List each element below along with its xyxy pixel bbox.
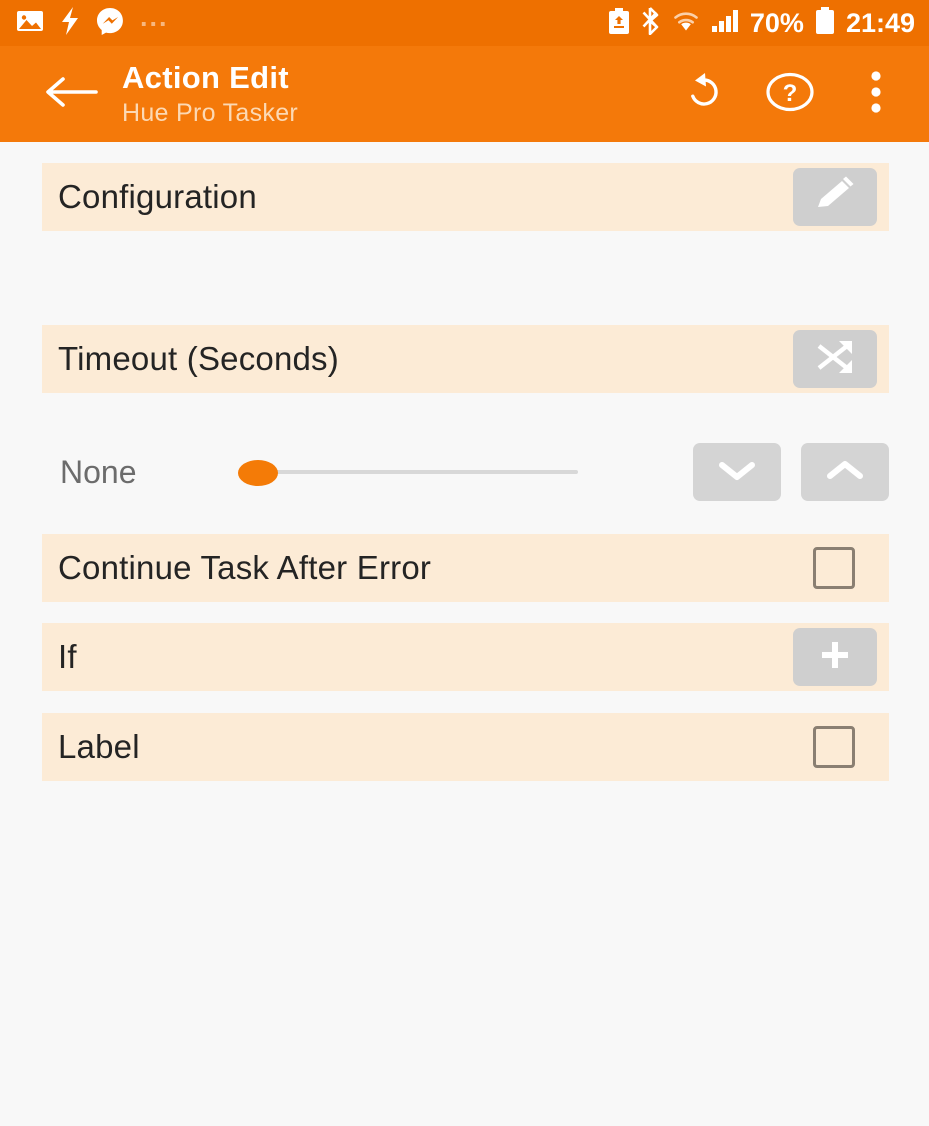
pencil-icon [812, 175, 858, 220]
photo-icon [16, 9, 44, 38]
edit-pencil-button[interactable] [793, 168, 877, 226]
row-if-label: If [58, 638, 77, 675]
app-bar-actions: ? [661, 46, 919, 142]
timeout-value-label: None [60, 453, 137, 490]
status-bar-left-icons: ... [16, 1, 169, 40]
wifi-icon [672, 9, 700, 38]
row-if[interactable]: If [42, 623, 889, 691]
page-subtitle: Hue Pro Tasker [122, 99, 299, 127]
row-configuration-label: Configuration [58, 178, 257, 215]
status-bar: ... 70% 21:49 [0, 0, 929, 46]
back-button[interactable] [34, 46, 108, 142]
battery-saver-icon [608, 7, 630, 39]
row-timeout[interactable]: Timeout (Seconds) [42, 325, 889, 393]
variable-shuffle-button[interactable] [793, 330, 877, 388]
plus-icon [812, 635, 858, 680]
settings-list: Configuration Timeout (Seconds) None Con… [0, 142, 929, 1126]
flash-icon [60, 6, 80, 40]
status-bar-right-icons: 70% 21:49 [608, 6, 915, 40]
row-configuration[interactable]: Configuration [42, 163, 889, 231]
svg-text:?: ? [783, 80, 798, 107]
continue-task-after-error-checkbox[interactable] [813, 547, 855, 589]
row-continue-task-after-error[interactable]: Continue Task After Error [42, 534, 889, 602]
app-bar-titles: Action Edit Hue Pro Tasker [122, 59, 298, 129]
undo-button[interactable] [661, 46, 747, 142]
overflow-button[interactable] [833, 46, 919, 142]
add-if-condition-button[interactable] [793, 628, 877, 686]
status-overflow-dots: ... [140, 1, 169, 32]
row-continue-task-after-error-label: Continue Task After Error [58, 549, 432, 586]
timeout-increment-button[interactable] [801, 443, 889, 501]
shuffle-icon [812, 337, 858, 382]
timeout-slider-row: None [0, 432, 929, 512]
page-title: Action Edit [122, 60, 289, 95]
row-label[interactable]: Label [42, 713, 889, 781]
app-screen: ... 70% 21:49 Action Edit Hue Pro Tasker… [0, 0, 929, 1126]
row-label-label: Label [58, 728, 140, 765]
messenger-icon [96, 7, 124, 40]
bluetooth-icon [641, 6, 661, 40]
slider-thumb[interactable] [238, 460, 278, 486]
row-timeout-label: Timeout (Seconds) [58, 340, 339, 377]
chevron-down-icon [714, 456, 760, 489]
timeout-slider[interactable] [238, 452, 578, 492]
signal-icon [711, 9, 739, 38]
timeout-decrement-button[interactable] [693, 443, 781, 501]
battery-percent-label: 70% [749, 7, 804, 38]
clock-label: 21:49 [845, 7, 915, 38]
label-checkbox[interactable] [813, 726, 855, 768]
slider-track[interactable] [260, 470, 578, 474]
battery-icon [815, 6, 835, 40]
undo-icon [681, 69, 727, 120]
app-bar: Action Edit Hue Pro Tasker ? [0, 46, 929, 142]
chevron-up-icon [822, 456, 868, 489]
help-circle-icon: ? [765, 69, 815, 120]
back-arrow-icon [44, 73, 98, 116]
timeout-stepper-group [693, 443, 889, 501]
help-button[interactable]: ? [747, 46, 833, 142]
more-vertical-icon [869, 70, 883, 119]
